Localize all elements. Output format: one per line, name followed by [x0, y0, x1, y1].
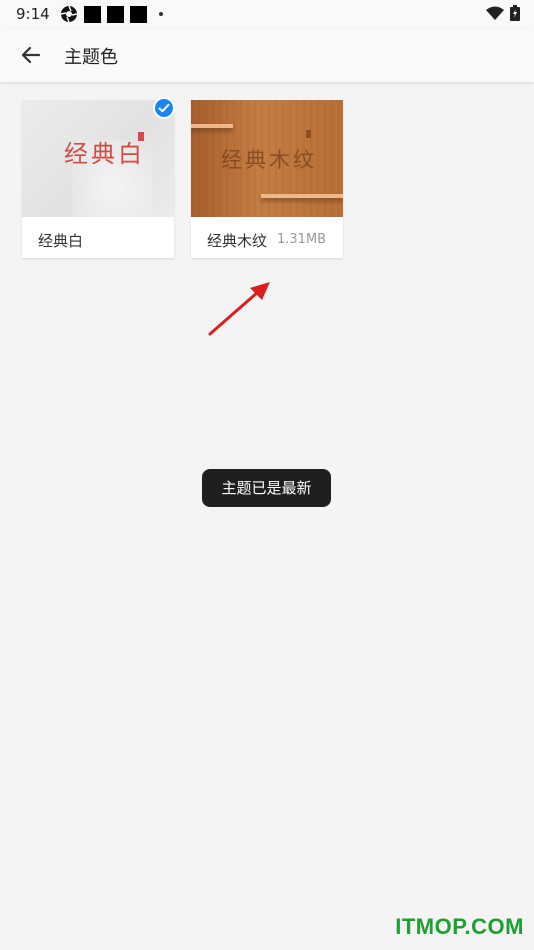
notification-square-icon: [107, 5, 124, 23]
more-notifications-dot-icon: [159, 12, 163, 16]
theme-download-size: 1.31MB: [277, 232, 327, 247]
aperture-icon: [60, 5, 78, 23]
toast-message: 主题已是最新: [202, 469, 331, 507]
theme-card-classic-wood[interactable]: 经典木纹 经典木纹 1.31MB: [191, 100, 343, 258]
notification-square-icon: [130, 5, 147, 23]
back-button[interactable]: [18, 42, 44, 68]
selected-check-icon: [153, 97, 175, 119]
seal-icon: [306, 130, 311, 138]
system-icons: [486, 5, 520, 21]
battery-charging-icon: [510, 5, 520, 21]
notification-icons: [60, 5, 163, 23]
theme-name: 经典白: [38, 232, 84, 250]
theme-thumbnail: 经典白: [22, 100, 174, 217]
app-bar: 主题色: [0, 28, 534, 82]
thumbnail-title: 经典白: [64, 140, 145, 168]
annotation-arrow-icon: [208, 282, 270, 336]
notification-square-icon: [84, 5, 101, 23]
seal-icon: [138, 132, 144, 141]
status-bar: 9:14: [0, 0, 534, 28]
theme-name: 经典木纹: [207, 232, 268, 250]
site-watermark: ITMOP.COM: [395, 914, 524, 939]
theme-thumbnail: 经典木纹: [191, 100, 343, 217]
status-time: 9:14: [16, 5, 50, 23]
theme-card-classic-white[interactable]: 经典白 经典白: [22, 100, 174, 258]
arrow-left-icon: [21, 46, 41, 64]
thumbnail-title: 经典木纹: [221, 148, 317, 172]
shelf-decoration: [261, 194, 343, 198]
wifi-icon: [486, 6, 504, 20]
shelf-decoration: [191, 124, 233, 128]
page-title: 主题色: [64, 47, 118, 68]
